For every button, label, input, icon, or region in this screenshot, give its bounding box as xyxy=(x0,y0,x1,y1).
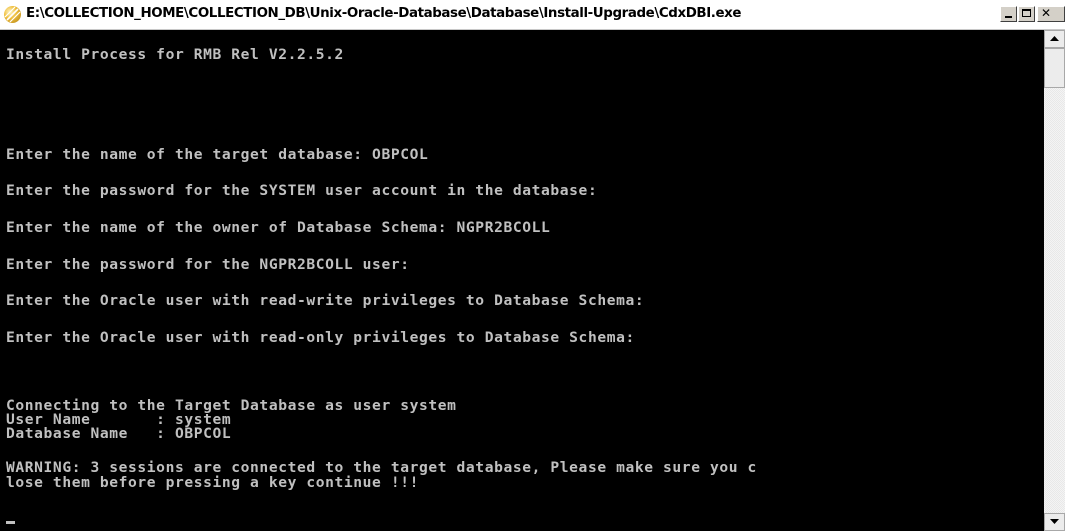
title-bar[interactable]: E:\COLLECTION_HOME\COLLECTION_DB\Unix-Or… xyxy=(0,0,1065,30)
arrow-up-icon xyxy=(1050,36,1059,41)
console-window: E:\COLLECTION_HOME\COLLECTION_DB\Unix-Or… xyxy=(0,0,1065,531)
console-line: Install Process for RMB Rel V2.2.5.2 xyxy=(6,46,344,63)
console-line: Enter the password for the NGPR2BCOLL us… xyxy=(6,256,410,273)
console-line: Enter the Oracle user with read-write pr… xyxy=(6,292,645,309)
console-line: Enter the Oracle user with read-only pri… xyxy=(6,329,635,346)
arrow-down-icon xyxy=(1050,519,1059,524)
scrollbar-thumb[interactable] xyxy=(1044,48,1065,88)
vertical-scrollbar[interactable] xyxy=(1044,30,1065,531)
console-line: Database Name : OBPCOL xyxy=(6,425,232,442)
minimize-icon xyxy=(1005,16,1012,18)
console-line: Enter the name of the owner of Database … xyxy=(6,219,551,236)
console-line: Enter the name of the target database: O… xyxy=(6,146,429,163)
console-line: Enter the password for the SYSTEM user a… xyxy=(6,182,598,199)
minimize-button[interactable] xyxy=(1000,6,1017,22)
close-icon: ✕ xyxy=(1041,6,1052,20)
console-output[interactable]: Install Process for RMB Rel V2.2.5.2 Ent… xyxy=(0,30,1044,531)
console-app-icon[interactable] xyxy=(4,6,21,23)
maximize-button[interactable] xyxy=(1018,6,1035,22)
close-button[interactable]: ✕ xyxy=(1037,6,1065,22)
scroll-down-button[interactable] xyxy=(1044,513,1065,531)
scroll-up-button[interactable] xyxy=(1044,30,1065,48)
window-title: E:\COLLECTION_HOME\COLLECTION_DB\Unix-Or… xyxy=(26,6,742,21)
maximize-icon xyxy=(1022,9,1031,17)
text-cursor xyxy=(6,521,15,524)
console-line: lose them before pressing a key continue… xyxy=(6,474,419,491)
